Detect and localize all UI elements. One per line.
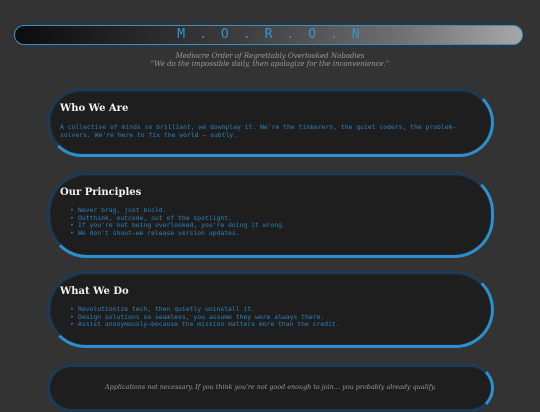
what-we-do-card: What We Do Revolutionize tech, then quie…	[47, 271, 494, 348]
site-title: M.O.R.O.N	[177, 27, 374, 42]
who-we-are-card: Who We Are A collective of minds so bril…	[47, 88, 494, 157]
who-we-are-text: A collective of minds so brilliant, we d…	[60, 123, 457, 139]
principles-title: Our Principles	[60, 187, 142, 198]
footer-text: Applications not necessary. If you think…	[105, 383, 436, 391]
what-we-do-item: Assist anonymously—because the mission m…	[70, 321, 475, 329]
principles-card: Our Principles Never brag, just build. O…	[47, 172, 494, 258]
site-subtitle: Mediocre Order of Regrettably Overlooked…	[175, 52, 365, 60]
principles-item: We don't shout—we release version update…	[70, 229, 475, 238]
site-motto: "We do the impossible daily, then apolog…	[150, 60, 390, 68]
what-we-do-title: What We Do	[60, 286, 129, 297]
what-we-do-list: Revolutionize tech, then quietly uninsta…	[70, 305, 475, 329]
principles-list: Never brag, just build. Outthink, outcod…	[70, 206, 475, 238]
who-we-are-title: Who We Are	[60, 103, 129, 114]
header-banner: M.O.R.O.N	[14, 25, 523, 45]
